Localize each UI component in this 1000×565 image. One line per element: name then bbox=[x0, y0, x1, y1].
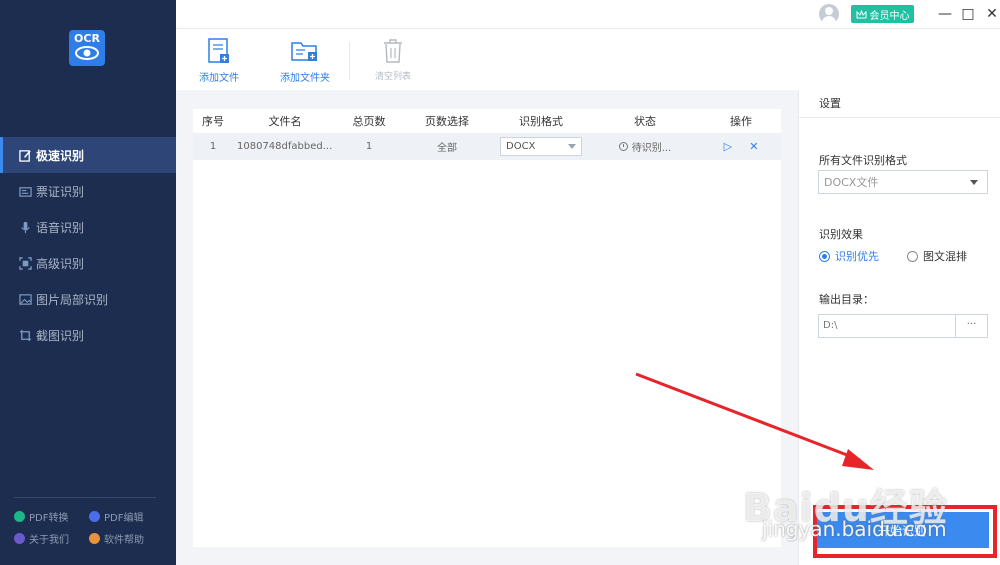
about-us-link[interactable]: 关于我们 bbox=[14, 531, 89, 546]
sidebar-item-fast-ocr[interactable]: 极速识别 bbox=[0, 137, 176, 173]
sidebar-item-ticket-ocr[interactable]: 票证识别 bbox=[0, 173, 176, 209]
pdf-edit-link[interactable]: PDF编辑 bbox=[89, 509, 164, 524]
format-label: 所有文件识别格式 bbox=[819, 154, 907, 167]
add-file-button[interactable]: 添加文件 bbox=[184, 37, 254, 84]
sidebar: OCR 极速识别 票证识别 语音识别 高级识别 图片局部识别 截图识别 PDF转… bbox=[0, 0, 176, 565]
pdf-convert-icon bbox=[14, 510, 25, 522]
image-icon bbox=[18, 292, 32, 306]
col-format-header: 识别格式 bbox=[519, 115, 563, 128]
radio-recognition-first[interactable]: 识别优先 bbox=[819, 248, 879, 264]
sidebar-item-label: 语音识别 bbox=[36, 220, 85, 235]
row-status: 待识别... bbox=[631, 143, 672, 154]
effect-radio-group: 识别优先 图文混排 bbox=[819, 248, 995, 264]
row-index: 1 bbox=[209, 141, 217, 152]
chevron-down-icon bbox=[568, 144, 576, 149]
col-pages-header: 总页数 bbox=[352, 115, 386, 128]
microphone-icon bbox=[18, 220, 32, 234]
radio-mixed-layout[interactable]: 图文混排 bbox=[907, 248, 967, 264]
col-page-select-header: 页数选择 bbox=[425, 115, 469, 128]
vip-center-label: 会员中心 bbox=[869, 10, 910, 22]
row-filename: 1080748dfabbed... bbox=[237, 141, 333, 152]
table-row: 1 1080748dfabbed... 1 全部 DOCX 待识别... ▷ ✕ bbox=[193, 133, 781, 160]
eye-icon bbox=[75, 46, 99, 60]
pdf-convert-link[interactable]: PDF转换 bbox=[14, 509, 89, 524]
table-header: 序号 文件名 总页数 页数选择 识别格式 状态 操作 bbox=[193, 109, 781, 133]
add-file-icon bbox=[184, 37, 254, 65]
row-format-value: DOCX bbox=[506, 141, 536, 152]
trash-icon bbox=[358, 37, 428, 65]
file-list-panel: 序号 文件名 总页数 页数选择 识别格式 状态 操作 1 1080748dfab… bbox=[193, 109, 781, 547]
help-icon bbox=[89, 532, 100, 544]
clear-list-label: 清空列表 bbox=[374, 72, 411, 82]
clock-icon bbox=[618, 142, 628, 151]
title-bar: 会员中心 — □ ✕ bbox=[176, 0, 1000, 28]
row-status-cell: 待识别... bbox=[589, 139, 701, 154]
radio-label: 识别优先 bbox=[835, 250, 879, 263]
sidebar-item-label: 高级识别 bbox=[36, 256, 85, 271]
sidebar-divider bbox=[14, 497, 156, 498]
format-select-value: DOCX文件 bbox=[824, 176, 879, 189]
crown-icon bbox=[856, 9, 866, 18]
sidebar-item-label: 图片局部识别 bbox=[36, 292, 109, 307]
add-file-label: 添加文件 bbox=[199, 73, 239, 84]
scan-frame-icon bbox=[18, 256, 32, 270]
edit-square-icon bbox=[18, 148, 32, 162]
logo-text: OCR bbox=[74, 32, 100, 45]
effect-label: 识别效果 bbox=[819, 228, 863, 241]
toolbar: 添加文件 添加文件夹 清空列表 bbox=[176, 28, 1000, 90]
clear-list-button[interactable]: 清空列表 bbox=[358, 37, 428, 82]
help-label: 软件帮助 bbox=[104, 534, 144, 546]
sidebar-item-label: 票证识别 bbox=[36, 184, 85, 199]
toolbar-separator bbox=[349, 42, 350, 80]
play-icon[interactable]: ▷ bbox=[724, 140, 732, 153]
settings-title: 设置 bbox=[799, 90, 1000, 118]
radio-indicator bbox=[907, 250, 918, 262]
radio-indicator bbox=[819, 250, 830, 262]
add-folder-label: 添加文件夹 bbox=[280, 73, 330, 84]
maximize-button[interactable]: □ bbox=[959, 4, 977, 24]
pdf-convert-label: PDF转换 bbox=[29, 512, 69, 524]
radio-label: 图文混排 bbox=[923, 250, 967, 263]
delete-icon[interactable]: ✕ bbox=[749, 140, 758, 153]
pdf-edit-label: PDF编辑 bbox=[104, 512, 144, 524]
col-actions-header: 操作 bbox=[730, 115, 752, 128]
row-actions: ▷ ✕ bbox=[701, 140, 781, 153]
watermark-url: jingyan.baidu.com bbox=[762, 517, 947, 541]
row-page-select[interactable]: 全部 bbox=[401, 139, 493, 154]
crop-icon bbox=[18, 328, 32, 342]
col-filename-header: 文件名 bbox=[268, 115, 302, 128]
user-avatar[interactable] bbox=[819, 4, 839, 24]
sidebar-nav: 极速识别 票证识别 语音识别 高级识别 图片局部识别 截图识别 bbox=[0, 137, 176, 353]
output-dir-label: 输出目录： bbox=[819, 293, 874, 306]
output-dir-input[interactable]: D:\ bbox=[818, 314, 956, 338]
pdf-edit-icon bbox=[89, 510, 100, 522]
sidebar-item-screenshot-ocr[interactable]: 截图识别 bbox=[0, 317, 176, 353]
col-index-header: 序号 bbox=[202, 115, 224, 128]
row-format-cell: DOCX bbox=[493, 137, 589, 156]
close-button[interactable]: ✕ bbox=[983, 4, 1000, 24]
col-status-header: 状态 bbox=[634, 115, 656, 128]
add-folder-button[interactable]: 添加文件夹 bbox=[270, 37, 340, 84]
browse-button[interactable]: ··· bbox=[955, 314, 988, 338]
minimize-button[interactable]: — bbox=[936, 4, 954, 24]
sidebar-item-label: 极速识别 bbox=[36, 148, 85, 163]
sidebar-item-voice-ocr[interactable]: 语音识别 bbox=[0, 209, 176, 245]
add-folder-icon bbox=[270, 37, 340, 65]
chevron-down-icon bbox=[970, 179, 978, 185]
id-card-icon bbox=[18, 184, 32, 198]
sidebar-item-advanced-ocr[interactable]: 高级识别 bbox=[0, 245, 176, 281]
row-pages: 1 bbox=[365, 141, 373, 152]
format-select[interactable]: DOCX文件 bbox=[818, 170, 988, 194]
about-us-label: 关于我们 bbox=[29, 534, 69, 546]
sidebar-bottom-links: PDF转换 PDF编辑 关于我们 软件帮助 bbox=[14, 505, 164, 549]
sidebar-item-label: 截图识别 bbox=[36, 328, 85, 343]
row-format-select[interactable]: DOCX bbox=[500, 137, 582, 156]
sidebar-item-image-partial-ocr[interactable]: 图片局部识别 bbox=[0, 281, 176, 317]
help-link[interactable]: 软件帮助 bbox=[89, 531, 164, 546]
vip-center-button[interactable]: 会员中心 bbox=[851, 5, 914, 23]
app-logo: OCR bbox=[69, 30, 105, 66]
about-icon bbox=[14, 532, 25, 544]
